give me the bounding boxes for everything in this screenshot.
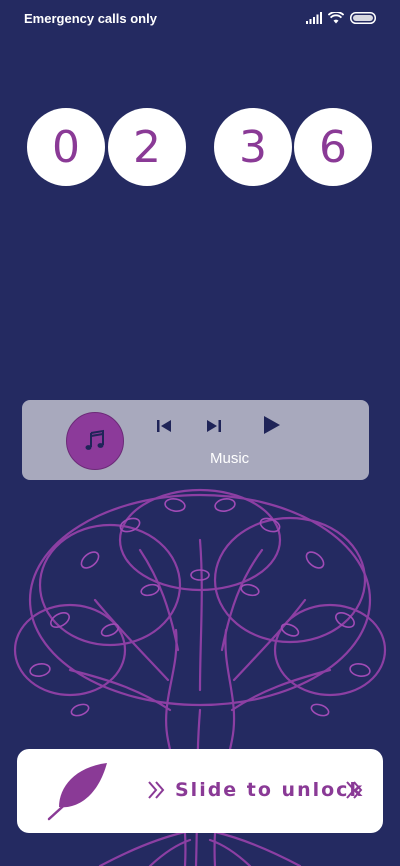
carrier-status-text: Emergency calls only — [24, 11, 157, 26]
music-widget: Music — [22, 400, 369, 480]
play-button[interactable] — [260, 414, 284, 436]
next-icon — [207, 420, 221, 432]
chevron-right-double-icon — [148, 781, 165, 799]
status-bar: Emergency calls only — [0, 0, 400, 36]
status-icons — [306, 11, 376, 25]
music-label: Music — [210, 450, 250, 467]
clock-minute-tens-digit: 3 — [214, 108, 292, 186]
wifi-icon — [328, 12, 344, 24]
chevron-right-double-icon — [346, 781, 363, 799]
next-track-button[interactable] — [202, 418, 226, 434]
clock-minute-ones-digit: 6 — [294, 108, 372, 186]
slide-to-unlock-bar[interactable]: Slide to unlock — [17, 749, 383, 833]
leaf-icon[interactable] — [45, 761, 115, 821]
clock-hour-tens-digit: 0 — [27, 108, 105, 186]
clock-hour-ones-digit: 2 — [108, 108, 186, 186]
battery-icon — [350, 12, 376, 24]
previous-icon — [157, 420, 171, 432]
lockscreen-clock: 0 2 3 6 — [0, 108, 400, 188]
previous-track-button[interactable] — [152, 418, 176, 434]
slide-to-unlock-label: Slide to unlock — [175, 779, 365, 801]
music-note-icon — [85, 429, 104, 450]
signal-icon — [306, 12, 322, 24]
music-album-art[interactable] — [66, 412, 124, 470]
play-icon — [264, 416, 280, 434]
